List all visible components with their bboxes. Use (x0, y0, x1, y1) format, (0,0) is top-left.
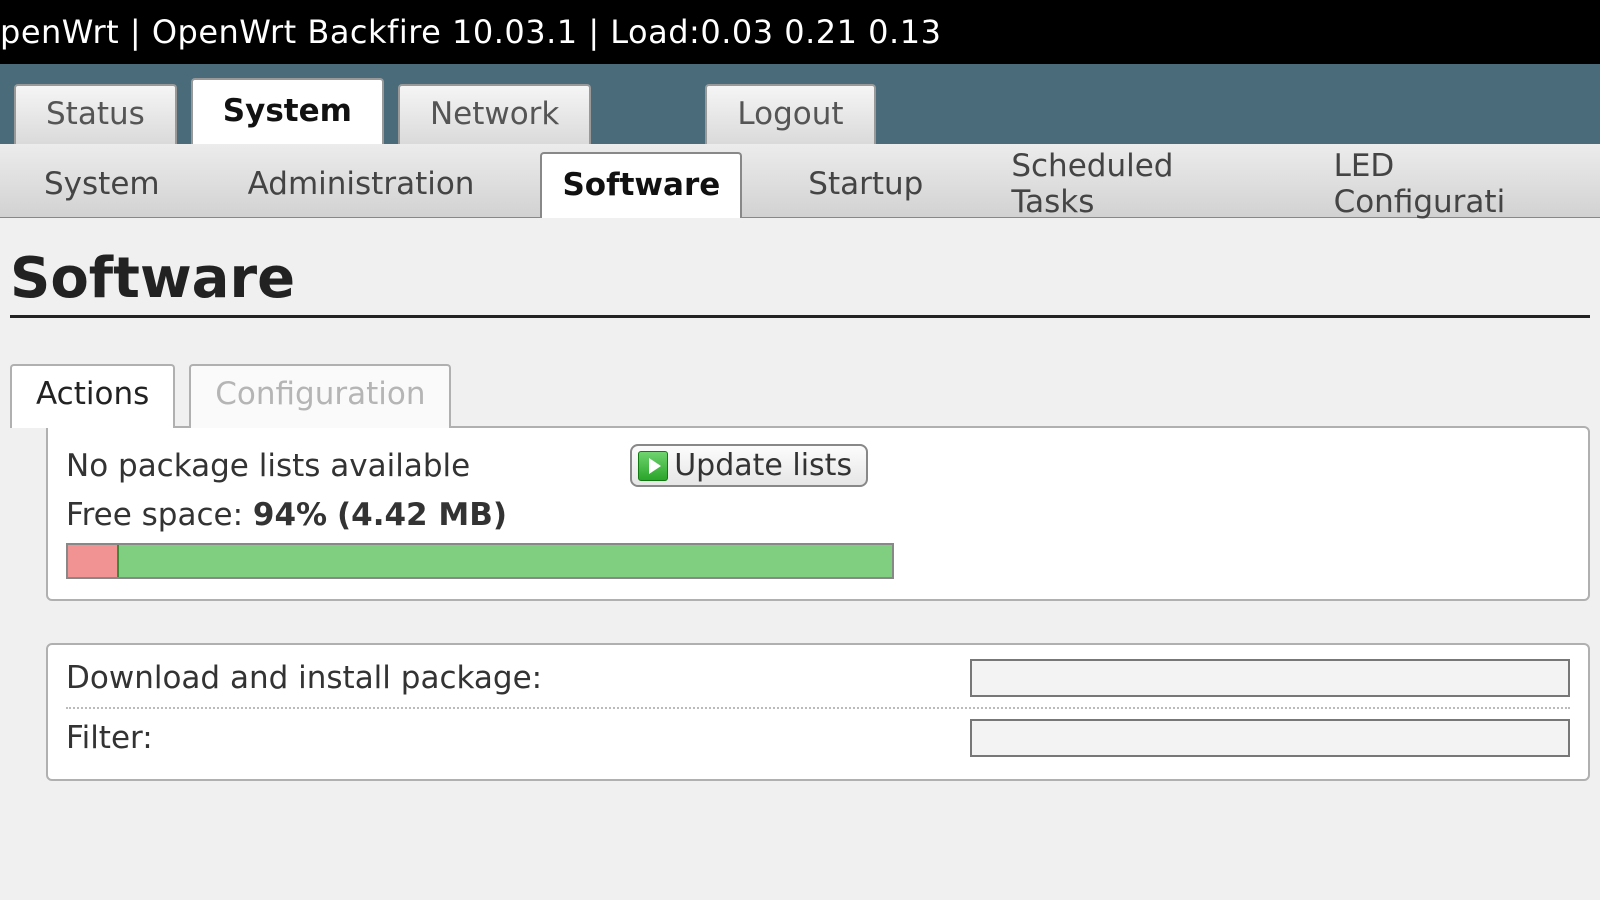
secondary-nav: System Administration Software Startup S… (0, 144, 1600, 218)
hostname-fragment: penWrt (0, 13, 119, 51)
load-values: 0.03 0.21 0.13 (700, 13, 941, 51)
subtab-software[interactable]: Software (540, 152, 742, 218)
package-lists-status: No package lists available (66, 448, 470, 484)
status-panel: No package lists available Update lists … (46, 426, 1590, 601)
free-bar (117, 545, 892, 577)
tab-logout[interactable]: Logout (705, 84, 875, 144)
tab-system[interactable]: System (191, 78, 384, 144)
free-space-percent: 94% (253, 497, 327, 533)
subtab-system[interactable]: System (22, 151, 182, 217)
primary-nav: Status System Network Logout (0, 64, 1600, 144)
page-title: Software (10, 246, 1590, 318)
filter-row: Filter: (66, 709, 1570, 767)
used-bar (68, 545, 117, 577)
update-lists-button[interactable]: Update lists (630, 444, 868, 487)
subtab-scheduled-tasks[interactable]: Scheduled Tasks (989, 151, 1267, 217)
update-lists-label: Update lists (674, 448, 852, 483)
tab-status[interactable]: Status (14, 84, 177, 144)
install-label: Download and install package: (66, 660, 542, 696)
install-filter-panel: Download and install package: Filter: (46, 643, 1590, 781)
content-area: Software Actions Configuration No packag… (0, 218, 1600, 781)
firmware-version: OpenWrt Backfire 10.03.1 (152, 13, 578, 51)
free-space-bar (66, 543, 894, 579)
filter-input[interactable] (970, 719, 1570, 757)
load-label: Load: (610, 13, 700, 51)
section-tabs: Actions Configuration (10, 362, 1590, 426)
section-tab-actions[interactable]: Actions (10, 364, 175, 428)
subtab-startup[interactable]: Startup (786, 151, 945, 217)
install-row: Download and install package: (66, 649, 1570, 709)
section-tab-configuration[interactable]: Configuration (189, 364, 451, 428)
top-status-bar: penWrt | OpenWrt Backfire 10.03.1 | Load… (0, 0, 1600, 64)
free-space-size: 4.42 MB (351, 497, 493, 533)
filter-label: Filter: (66, 720, 153, 756)
subtab-led-configuration[interactable]: LED Configurati (1312, 151, 1578, 217)
tab-network[interactable]: Network (398, 84, 591, 144)
play-icon (638, 451, 668, 481)
free-space-line: Free space: 94% (4.42 MB) (66, 497, 1570, 533)
subtab-administration[interactable]: Administration (226, 151, 497, 217)
install-package-input[interactable] (970, 659, 1570, 697)
